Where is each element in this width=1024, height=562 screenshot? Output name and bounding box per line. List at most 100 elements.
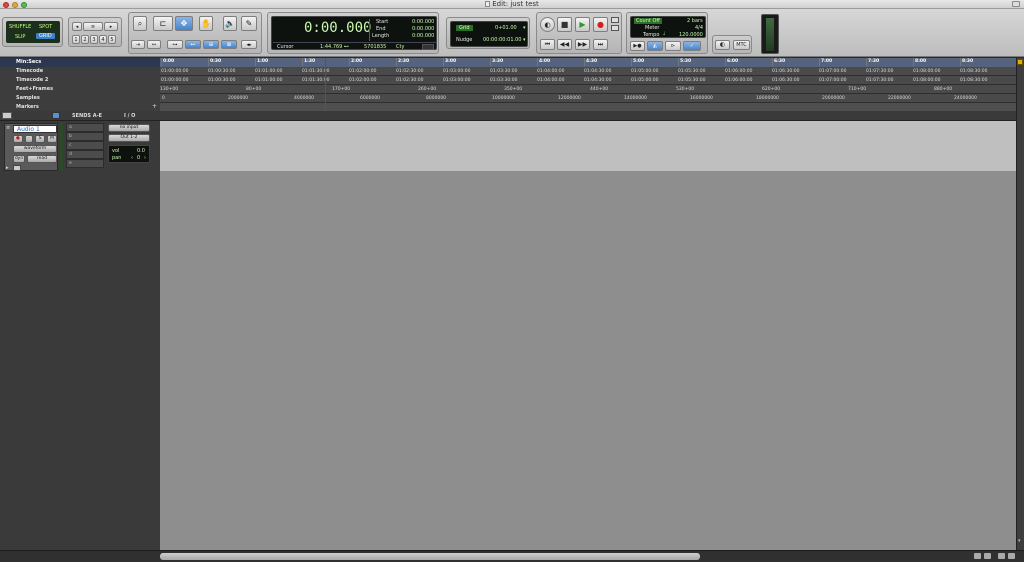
track-color-icon[interactable]: ≡ [6,125,10,131]
smart-tool-icon[interactable]: ✥ [175,16,193,31]
ruler-samples[interactable]: Samples 0 2000000 4000000 6000000 8000000 100… [0,94,1016,103]
nudge-label[interactable]: Nudge [456,37,472,43]
mirrored-midi-icon[interactable]: ⊠ [221,40,237,49]
mute-button[interactable]: M [47,135,57,143]
nudge-dropdown-icon[interactable]: ▾ [523,37,526,43]
scroll-down-icon[interactable]: ▾ [1018,538,1021,544]
zoom-preset-1[interactable]: 1 [72,35,80,44]
zoom-in-horizontal-icon[interactable] [1008,553,1015,559]
zoom-out-button[interactable]: ◂ [72,22,82,31]
automation-follows-edit-icon[interactable]: ◂▸ [241,40,257,49]
record-button[interactable]: ● [593,17,608,32]
tempo-value[interactable]: 120.0000 [679,32,703,38]
zoom-preset-4[interactable]: 4 [99,35,107,44]
send-slot-e[interactable]: e [66,159,104,168]
vol-value[interactable]: 0.0 [137,148,145,154]
online-icon[interactable]: ◐ [540,17,555,32]
zoom-preset-3[interactable]: 3 [90,35,98,44]
track-audio-1-playlist[interactable] [160,121,1016,172]
solo-button[interactable]: S [35,135,45,143]
online-sync-icon[interactable]: ◐ [715,40,730,50]
mode-shuffle[interactable]: SHUFFLE [9,24,31,30]
ruler-feet-frames[interactable]: Feet+Frames 130+00 80+00 170+00 260+00 350+0… [0,85,1016,94]
fullscreen-icon[interactable] [1012,1,1020,7]
track-view-selector[interactable]: waveform [13,145,57,153]
mtc-button[interactable]: MTC [733,40,750,50]
tempo-lock-icon[interactable] [1017,59,1023,65]
ruler-timecode-ticks[interactable]: 01:00:00:00 01:00:30:00 01:01:00:00 01:01:3… [160,67,1016,76]
wait-for-note-icon[interactable]: ▶● [630,41,645,51]
nudge-icon[interactable]: ↔ [147,40,161,49]
mode-slip[interactable]: SLIP [15,34,25,40]
automation-label[interactable]: dyn [13,155,25,163]
counter-dropdown-icon[interactable]: ▾ [360,26,363,32]
link-track-edit-icon[interactable]: ⊷ [185,40,201,49]
track-name-field[interactable]: Audio 1 [13,125,57,133]
io-column-header[interactable]: I / O [124,113,135,119]
output-selector[interactable]: Out 1-2 [108,134,150,142]
ruler-timecode2[interactable]: Timecode 2 01:00:00:00 01:00:30:00 01:01:0… [0,76,1016,85]
scroll-right-icon[interactable] [984,553,991,559]
ruler-timecode2-ticks[interactable]: 01:00:00:00 01:00:30:00 01:01:00:00 01:01:3… [160,76,1016,85]
tab-to-transient-icon[interactable]: ⇥ [131,40,145,49]
send-slot-b[interactable]: b [66,132,104,141]
link-timeline-icon[interactable]: ⊶ [167,40,183,49]
zoom-out-horizontal-icon[interactable] [998,553,1005,559]
automation-mode-selector[interactable]: read [27,155,57,163]
send-slot-c[interactable]: c [66,141,104,150]
horizontal-scroll-thumb[interactable] [160,553,700,560]
end-value[interactable]: 0:00.000 [412,26,434,32]
grid-dropdown-icon[interactable]: ▾ [523,25,526,31]
track-list-toggle-icon[interactable] [2,112,12,119]
zoom-preset-2[interactable]: 2 [81,35,89,44]
mode-spot[interactable]: SPOT [39,24,52,30]
count-off-label[interactable]: Count Off [634,18,662,24]
ruler-samples-ticks[interactable]: 0 2000000 4000000 6000000 8000000 10000000 120… [160,94,1016,103]
grabber-tool-icon[interactable]: ✋ [199,16,213,31]
add-marker-icon[interactable]: + [152,103,157,110]
length-value[interactable]: 0:00.000 [412,33,434,39]
ruler-timecode[interactable]: Timecode 01:00:00:00 01:00:30:00 01:01:00:… [0,67,1016,76]
ruler-minsecs-ticks[interactable]: 0:00 0:30 1:00 1:30 2:00 2:30 3:00 3:30 4:00 4:30… [160,58,1016,67]
zoom-preset-5[interactable]: 5 [108,35,116,44]
markers-lane[interactable] [160,103,1016,111]
sends-column-header[interactable]: SENDS A-E [72,113,102,119]
go-to-end-button[interactable]: ⏭ [593,39,608,50]
pan-value[interactable]: 0 [137,155,140,161]
pencil-tool-icon[interactable]: ✎ [241,16,257,31]
input-monitor-icon[interactable]: · [25,135,33,143]
vertical-scrollbar[interactable]: ▾ [1016,58,1024,550]
track-options-icon[interactable] [52,112,60,119]
record-arm-icon[interactable]: ● [13,135,23,143]
insertion-follows-playback-icon[interactable]: ⊞ [203,40,219,49]
scrubber-tool-icon[interactable]: 🔈 [223,16,237,31]
fast-forward-button[interactable]: ▶▶ [575,39,590,50]
ruler-feet-frames-ticks[interactable]: 130+00 80+00 170+00 260+00 350+00 440+00 530+0… [160,85,1016,94]
trim-tool-icon[interactable]: ⊏ [153,16,173,31]
send-slot-d[interactable]: d [66,150,104,159]
grid-label[interactable]: Grid [456,25,473,31]
horizontal-scrollbar[interactable] [0,550,1024,562]
midi-merge-icon[interactable]: ⊳ [665,41,681,51]
start-value[interactable]: 0:00.000 [412,19,434,25]
ruler-markers[interactable]: Markers + [0,103,1016,111]
playlist-icon[interactable] [13,165,21,171]
waveform-zoom-icon[interactable]: ≡ [83,22,103,31]
nudge-value[interactable]: 00:00:00:01.00 [483,37,521,43]
transport-expand-icon[interactable] [611,17,619,23]
transport-loop-icon[interactable] [611,25,619,31]
expand-track-icon[interactable]: ▸ [6,165,9,171]
meter-value[interactable]: 4/4 [695,25,703,31]
play-button[interactable]: ▶ [575,17,590,32]
mode-grid[interactable]: GRID [36,33,55,39]
grid-value[interactable]: 0+01.00 [495,25,517,31]
return-to-zero-button[interactable]: ⏮ [540,39,555,50]
conductor-icon[interactable]: ✓ [683,41,701,51]
zoom-in-button[interactable]: ▸ [104,22,118,31]
zoomer-tool-icon[interactable]: ⌕ [133,16,147,31]
rewind-button[interactable]: ◀◀ [557,39,572,50]
stop-button[interactable]: ■ [557,17,572,32]
edit-window-empty-area[interactable] [160,172,1016,550]
send-slot-a[interactable]: a [66,123,104,132]
metronome-icon[interactable]: ◭ [647,41,663,51]
